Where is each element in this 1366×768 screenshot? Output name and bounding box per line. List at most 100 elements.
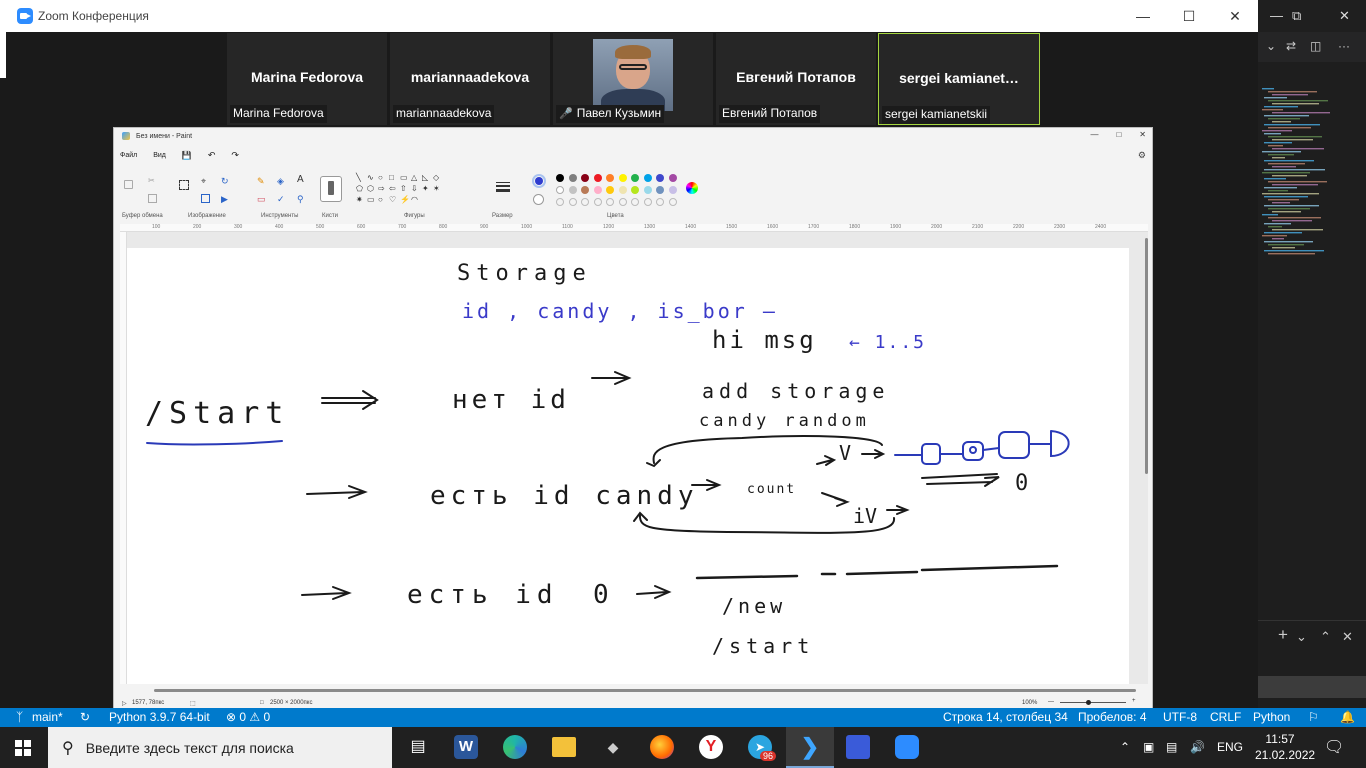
shape-option-icon[interactable]: ⇧: [400, 185, 407, 193]
color-swatch[interactable]: [643, 174, 652, 182]
rotate-icon[interactable]: ↻: [221, 176, 230, 186]
custom-color-slot[interactable]: [568, 198, 577, 206]
shapes-gallery[interactable]: ╲ ∿ ○ □ ▭ △ ◺ ◇ ⬠ ⬡ ⇨ ⇦ ⇧ ⇩ ✦ ✶ ✷ ▭ ○ ♡ ⚡ ◠: [356, 174, 452, 208]
zoom-app-icon[interactable]: [895, 735, 919, 759]
zoom-in-button[interactable]: +: [1132, 698, 1136, 704]
split-editor-icon[interactable]: ◫: [1310, 39, 1321, 53]
shape-option-icon[interactable]: ♡: [389, 196, 396, 204]
feedback-icon[interactable]: ⚐: [1308, 710, 1319, 724]
shape-option-icon[interactable]: ▭: [400, 174, 408, 182]
paint-close-button[interactable]: ✕: [1139, 130, 1146, 139]
color-swatch[interactable]: [643, 186, 652, 194]
custom-color-slot[interactable]: [618, 198, 627, 206]
new-terminal-icon[interactable]: +: [1278, 625, 1288, 645]
magnifier-icon[interactable]: ⚲: [297, 194, 306, 204]
shape-option-icon[interactable]: ⬠: [356, 185, 363, 193]
select-icon[interactable]: [179, 180, 189, 190]
shape-option-icon[interactable]: □: [389, 174, 394, 182]
firefox-icon[interactable]: [650, 735, 674, 759]
shape-option-icon[interactable]: ✦: [422, 185, 429, 193]
resize-icon[interactable]: [201, 194, 210, 203]
vscode-icon[interactable]: ❯: [798, 735, 822, 759]
brushes-button[interactable]: [320, 176, 342, 202]
custom-color-slot[interactable]: [631, 198, 639, 206]
fill-icon[interactable]: ◈: [277, 176, 286, 186]
indentation[interactable]: Пробелов: 4: [1078, 710, 1147, 724]
settings-icon[interactable]: ⚙: [1138, 150, 1146, 161]
shape-option-icon[interactable]: ⚡: [400, 196, 410, 204]
custom-color-slot[interactable]: [668, 198, 677, 206]
shape-option-icon[interactable]: ◺: [422, 174, 428, 182]
shape-option-icon[interactable]: ○: [378, 196, 383, 204]
participant-tile-active-speaker[interactable]: sergei kamianet… sergei kamianetskii: [878, 33, 1040, 125]
problems-count[interactable]: ⊗ 0 ⚠ 0: [226, 710, 270, 724]
color-swatch[interactable]: [556, 186, 564, 194]
action-center-icon[interactable]: 🗨: [1324, 737, 1344, 757]
menu-view[interactable]: Вид: [153, 152, 166, 159]
minimize-button[interactable]: —: [1120, 0, 1166, 32]
taskbar-search-box[interactable]: ⚲ Введите здесь текст для поиска: [48, 727, 392, 768]
participant-tile[interactable]: Marina Fedorova Marina Fedorova: [227, 33, 387, 125]
color-swatch[interactable]: [606, 186, 614, 194]
custom-color-slot[interactable]: [643, 198, 652, 206]
color-swatch[interactable]: [593, 186, 602, 194]
color-swatch[interactable]: [668, 174, 677, 182]
edge-icon[interactable]: [503, 735, 527, 759]
color-swatch[interactable]: [568, 186, 577, 194]
language-mode[interactable]: Python: [1253, 710, 1290, 724]
color-swatch[interactable]: [581, 186, 589, 194]
shape-option-icon[interactable]: ◠: [411, 196, 418, 204]
paint-maximize-button[interactable]: □: [1116, 130, 1121, 139]
cut-icon[interactable]: ✂: [148, 176, 157, 185]
sync-icon[interactable]: ↻: [80, 710, 90, 724]
custom-color-slot[interactable]: [593, 198, 602, 206]
yandex-browser-icon[interactable]: Y: [699, 735, 723, 759]
crop-icon[interactable]: ⌖: [201, 176, 210, 186]
task-view-icon[interactable]: ▤: [406, 735, 430, 759]
volume-icon[interactable]: 🔊: [1190, 740, 1205, 754]
primary-color-swatch[interactable]: [532, 174, 546, 188]
notifications-icon[interactable]: 🔔: [1340, 710, 1355, 724]
restore-button[interactable]: ⧉: [1292, 8, 1301, 24]
taskbar-clock[interactable]: 11:57 21.02.2022: [1255, 731, 1315, 763]
cursor-position[interactable]: Строка 14, столбец 34: [943, 710, 1068, 724]
participant-tile[interactable]: mariannaadekova mariannaadekova: [390, 33, 550, 125]
terminal-tab[interactable]: [1258, 676, 1366, 698]
menu-file[interactable]: Файл: [120, 152, 137, 159]
horizontal-scrollbar[interactable]: [154, 689, 1136, 692]
encoding[interactable]: UTF-8: [1163, 710, 1197, 724]
compare-icon[interactable]: ⇄: [1286, 39, 1296, 53]
paint-minimize-button[interactable]: —: [1090, 130, 1098, 139]
language-indicator[interactable]: ENG: [1217, 740, 1243, 754]
shape-option-icon[interactable]: △: [411, 174, 417, 182]
shape-option-icon[interactable]: ╲: [356, 174, 361, 182]
color-swatch[interactable]: [581, 174, 589, 182]
custom-color-slot[interactable]: [656, 198, 664, 206]
color-swatch[interactable]: [668, 186, 677, 194]
size-icon[interactable]: [496, 182, 510, 192]
save-icon[interactable]: 💾: [182, 151, 192, 160]
vertical-scrollbar[interactable]: [1145, 238, 1148, 474]
secondary-color-swatch[interactable]: [533, 194, 544, 205]
color-picker-icon[interactable]: ✓: [277, 194, 286, 204]
color-swatch[interactable]: [631, 186, 639, 194]
color-palette[interactable]: [556, 174, 686, 210]
save-app-icon[interactable]: [846, 735, 870, 759]
terminal-dropdown-icon[interactable]: ⌄: [1296, 629, 1307, 645]
paste-icon[interactable]: [124, 180, 133, 189]
line-endings[interactable]: CRLF: [1210, 710, 1241, 724]
edit-colors-icon[interactable]: [686, 182, 698, 194]
git-branch[interactable]: main*: [32, 710, 63, 724]
chevron-down-icon[interactable]: ⌄: [1266, 39, 1276, 53]
text-icon[interactable]: A: [297, 174, 306, 185]
participant-tile-video[interactable]: 🎤 Павел Кузьмин: [553, 33, 713, 125]
custom-color-slot[interactable]: [581, 198, 589, 206]
shape-option-icon[interactable]: ⬡: [367, 185, 374, 193]
close-panel-icon[interactable]: ✕: [1342, 629, 1353, 645]
color-swatch[interactable]: [568, 174, 577, 182]
shape-option-icon[interactable]: ⇩: [411, 185, 418, 193]
more-actions-icon[interactable]: ···: [1338, 39, 1350, 53]
shape-option-icon[interactable]: ⇨: [378, 185, 385, 193]
color-swatch[interactable]: [618, 174, 627, 182]
color-swatch[interactable]: [656, 186, 664, 194]
